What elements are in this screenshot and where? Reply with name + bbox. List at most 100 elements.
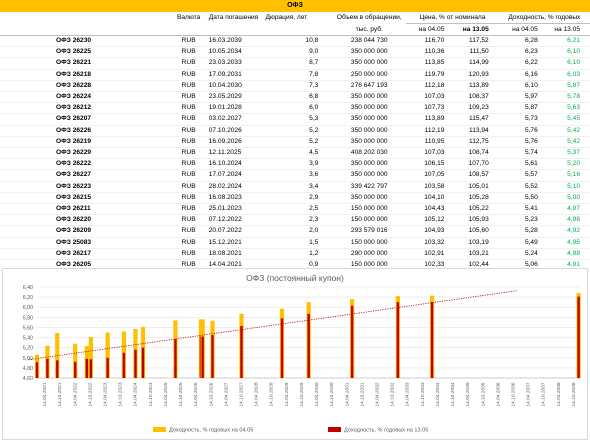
table-row: ОФЗ 26211 RUB 25.01.2023 2,5 150 000 000 104,… [0, 203, 590, 216]
volume: 339 422 797 [332, 181, 407, 193]
price-date2: 120,93 [450, 69, 499, 81]
table-row: ОФЗ 26223 RUB 28.02.2024 3,4 339 422 797 103,… [0, 181, 590, 193]
bond-name: ОФЗ 26219 [0, 136, 169, 149]
duration: 6,8 [265, 91, 333, 104]
header-price-date2: на 13.05 [450, 23, 499, 36]
yield-date1: 5,49 [498, 237, 544, 249]
bond-name: ОФЗ 26225 [0, 46, 169, 59]
currency: RUB [168, 91, 209, 104]
x-tick-label: 14.10.2032 [390, 382, 396, 406]
yield-date2: 5,16 [543, 169, 590, 182]
bar-yield-1305 [307, 313, 310, 378]
x-tick-label: 14.04.2032 [375, 382, 381, 406]
header-price: Цена, % от номинала [406, 12, 499, 24]
y-tick-label: 4,60 [23, 376, 33, 382]
yield-date1: 6,16 [498, 69, 544, 81]
price-date1: 110,36 [406, 46, 451, 59]
table-row: ОФЗ 26228 RUB 10.04.2030 7,3 276 647 193 112,… [0, 80, 590, 93]
yield-date1: 5,73 [498, 113, 544, 126]
maturity-date: 19.01.2028 [208, 102, 266, 115]
x-tick-label: 14.04.2027 [223, 382, 229, 406]
price-date1: 107,73 [406, 102, 451, 115]
duration: 6,0 [265, 102, 333, 115]
yield-date1: 5,41 [498, 203, 544, 216]
currency: RUB [168, 113, 209, 126]
price-date1: 103,32 [406, 237, 451, 249]
volume: 350 000 000 [332, 192, 407, 205]
bar-yield-1305 [396, 302, 400, 378]
yield-date2: 4,98 [543, 248, 590, 261]
currency: RUB [168, 225, 209, 238]
y-tick-label: 6,20 [23, 295, 33, 301]
currency: RUB [168, 136, 209, 149]
maturity-date: 16.09.2026 [208, 136, 266, 149]
price-date1: 113,89 [406, 113, 451, 126]
x-tick-label: 14.04.2035 [465, 382, 471, 406]
chart-area: ОФЗ (постоянный купон) 4,60 4,80 5,00 5,20 5,… [2, 268, 588, 440]
yield-date1: 5,23 [498, 214, 544, 227]
volume: 350 000 000 [332, 57, 407, 70]
x-tick-label: 14.10.2029 [299, 382, 305, 406]
y-tick-label: 5,40 [23, 336, 33, 342]
volume: 350 000 000 [332, 136, 407, 149]
maturity-date: 07.10.2026 [208, 125, 266, 137]
trend-line [28, 290, 519, 361]
x-tick-label: 14.10.2030 [329, 382, 335, 406]
volume: 350 000 000 [332, 169, 407, 182]
x-tick-label: 14.04.2021 [42, 382, 48, 406]
x-tick-label: 14.10.2031 [359, 382, 365, 406]
bond-name: ОФЗ 26211 [0, 203, 169, 216]
yield-date1: 5,97 [498, 91, 544, 104]
x-tick-label: 14.04.2024 [133, 382, 139, 406]
volume: 350 000 000 [332, 113, 407, 126]
duration: 1,2 [265, 248, 333, 261]
table-row: ОФЗ 26207 RUB 03.02.2027 5,3 350 000 000 113,… [0, 113, 590, 126]
legend-label: Доходность, % годовых на 13.05 [344, 428, 428, 434]
price-date2: 117,52 [450, 35, 499, 48]
ofz-yield-chart: ОФЗ (постоянный купон) 4,60 4,80 5,00 5,20 5,… [23, 273, 581, 434]
yield-date1: 5,61 [498, 158, 544, 171]
maturity-date: 16.03.2039 [208, 35, 266, 48]
x-tick-label: 14.10.2025 [178, 382, 184, 406]
x-tick-label: 14.04.2031 [344, 382, 350, 406]
y-tick-label: 5,80 [23, 315, 33, 321]
bond-name: ОФЗ 26217 [0, 248, 169, 261]
x-tick-label: 14.10.2022 [87, 382, 93, 406]
yield-date1: 5,28 [498, 225, 544, 238]
bond-name: ОФЗ 26226 [0, 125, 169, 137]
volume: 150 000 000 [332, 203, 407, 216]
table-row: ОФЗ 26225 RUB 10.05.2034 9,0 350 000 000 110,… [0, 46, 590, 59]
duration: 5,3 [265, 113, 333, 126]
bar-yield-1305 [280, 318, 284, 378]
price-date1: 107,03 [406, 91, 451, 104]
volume: 238 044 730 [332, 35, 407, 48]
yield-date2: 5,87 [543, 80, 590, 93]
price-date2: 105,28 [450, 192, 499, 205]
maturity-date: 18.08.2021 [208, 248, 266, 261]
bond-name: ОФЗ 26223 [0, 181, 169, 193]
table-row: ОФЗ 26230 RUB 16.03.2039 10,8 238 044 730 116… [0, 35, 590, 48]
x-tick-label: 14.04.2028 [254, 382, 260, 406]
header-yield: Доходность, % годовых [498, 12, 590, 24]
bar-yield-1305 [174, 339, 177, 378]
legend-label: Доходность, % годовых на 04.05 [169, 428, 253, 434]
duration: 3,9 [265, 158, 333, 171]
currency: RUB [168, 192, 209, 205]
bond-name: ОФЗ 26220 [0, 214, 169, 227]
yield-date2: 6,03 [543, 69, 590, 81]
yield-date2: 5,10 [543, 181, 590, 193]
maturity-date: 03.02.2027 [208, 113, 266, 126]
yield-date1: 5,87 [498, 102, 544, 115]
volume: 250 000 000 [332, 69, 407, 81]
header-volume-line2: тыс. руб. [332, 23, 407, 36]
maturity-date: 17.07.2024 [208, 169, 266, 182]
x-tick-label: 14.10.2028 [269, 382, 275, 406]
x-tick-label: 14.10.2034 [450, 382, 456, 406]
header-volume-line1: Объем в обращении, [336, 14, 402, 22]
bond-name: ОФЗ 26222 [0, 158, 169, 171]
y-tick-label: 5,60 [23, 325, 33, 331]
price-date1: 102,91 [406, 248, 451, 261]
header-price-date1: на 04.05 [406, 23, 451, 36]
currency: RUB [168, 169, 209, 182]
price-date1: 112,18 [406, 80, 451, 93]
